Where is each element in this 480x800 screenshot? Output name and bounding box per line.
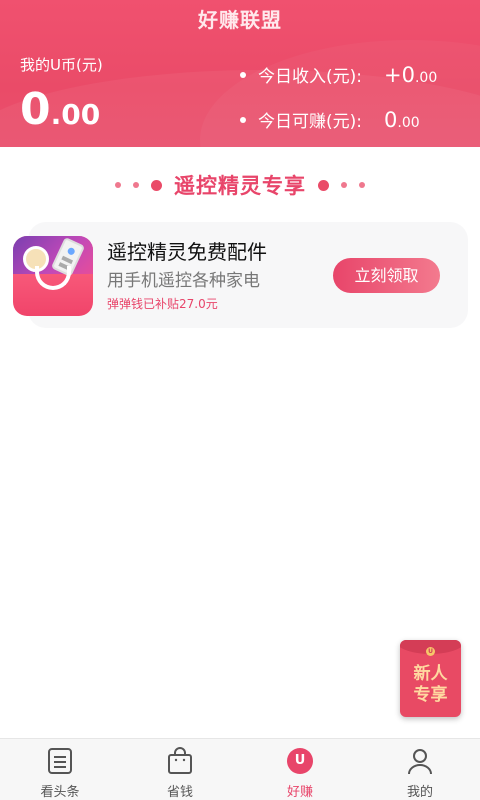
app-screen: 好赚联盟 我的U币(元) 0.00 今日收入(元): +0.00 今日可赚(元)… <box>0 0 480 800</box>
user-icon <box>406 747 434 775</box>
today-income-row: 今日收入(元): +0.00 <box>240 62 437 87</box>
today-income-decimal: .00 <box>414 69 438 86</box>
today-income-value: +0.00 <box>384 63 437 87</box>
today-income-label: 今日收入(元): <box>258 67 362 87</box>
decor-dot <box>341 182 347 188</box>
nav-item-save[interactable]: 省钱 <box>120 739 240 800</box>
newcomer-label: 新人 专享 <box>400 664 461 706</box>
bottom-nav: 看头条 省钱 U 好赚 我的 <box>0 738 480 800</box>
balance-decimal: .00 <box>50 98 101 131</box>
nav-label-earn: 好赚 <box>286 785 313 800</box>
nav-label-save: 省钱 <box>166 785 193 800</box>
claim-button[interactable]: 立刻领取 <box>333 258 440 293</box>
today-earnable-value: 0.00 <box>384 108 420 132</box>
shopping-bag-icon <box>166 747 194 775</box>
newcomer-line-1: 新人 <box>413 664 448 684</box>
today-income-integer: +0 <box>384 62 415 87</box>
nav-item-headlines[interactable]: 看头条 <box>0 739 120 800</box>
nav-label-headlines: 看头条 <box>40 785 80 800</box>
section-title: 遥控精灵专享 <box>174 174 306 198</box>
offer-subtitle: 用手机遥控各种家电 <box>107 271 260 291</box>
today-earnable-label: 今日可赚(元): <box>258 112 362 132</box>
balance-integer: 0 <box>20 84 51 135</box>
offer-subsidy-note: 弹弹钱已补贴27.0元 <box>107 297 218 311</box>
nav-item-earn[interactable]: U 好赚 <box>240 739 360 800</box>
decor-dot <box>359 182 365 188</box>
bullet-dot <box>240 71 246 78</box>
u-coin-glyph: U <box>287 748 313 774</box>
shopping-bag-smile-icon <box>35 266 71 290</box>
decor-dot <box>318 179 329 191</box>
newcomer-red-packet[interactable]: U 新人 专享 <box>400 640 461 717</box>
section-heading: 遥控精灵专享 <box>0 170 480 200</box>
u-coin-seal-icon: U <box>426 647 435 656</box>
u-coin-icon: U <box>286 747 314 775</box>
decor-dot <box>133 182 139 188</box>
balance-label: 我的U币(元) <box>20 56 103 74</box>
today-earnable-row: 今日可赚(元): 0.00 <box>240 107 420 132</box>
today-earnable-decimal: .00 <box>397 114 420 131</box>
earnings-header: 好赚联盟 我的U币(元) 0.00 今日收入(元): +0.00 今日可赚(元)… <box>0 0 480 147</box>
offer-title: 遥控精灵免费配件 <box>107 240 267 264</box>
app-icon <box>13 236 93 316</box>
decor-dot <box>151 179 162 191</box>
decor-dot <box>115 182 121 188</box>
nav-item-me[interactable]: 我的 <box>360 739 480 800</box>
balance-value: 0.00 <box>20 84 100 135</box>
news-list-icon <box>46 747 74 775</box>
app-title: 好赚联盟 <box>198 8 282 32</box>
today-earnable-integer: 0 <box>384 107 398 132</box>
newcomer-line-2: 专享 <box>413 685 448 705</box>
bullet-dot <box>240 116 246 123</box>
nav-label-me: 我的 <box>406 785 433 800</box>
